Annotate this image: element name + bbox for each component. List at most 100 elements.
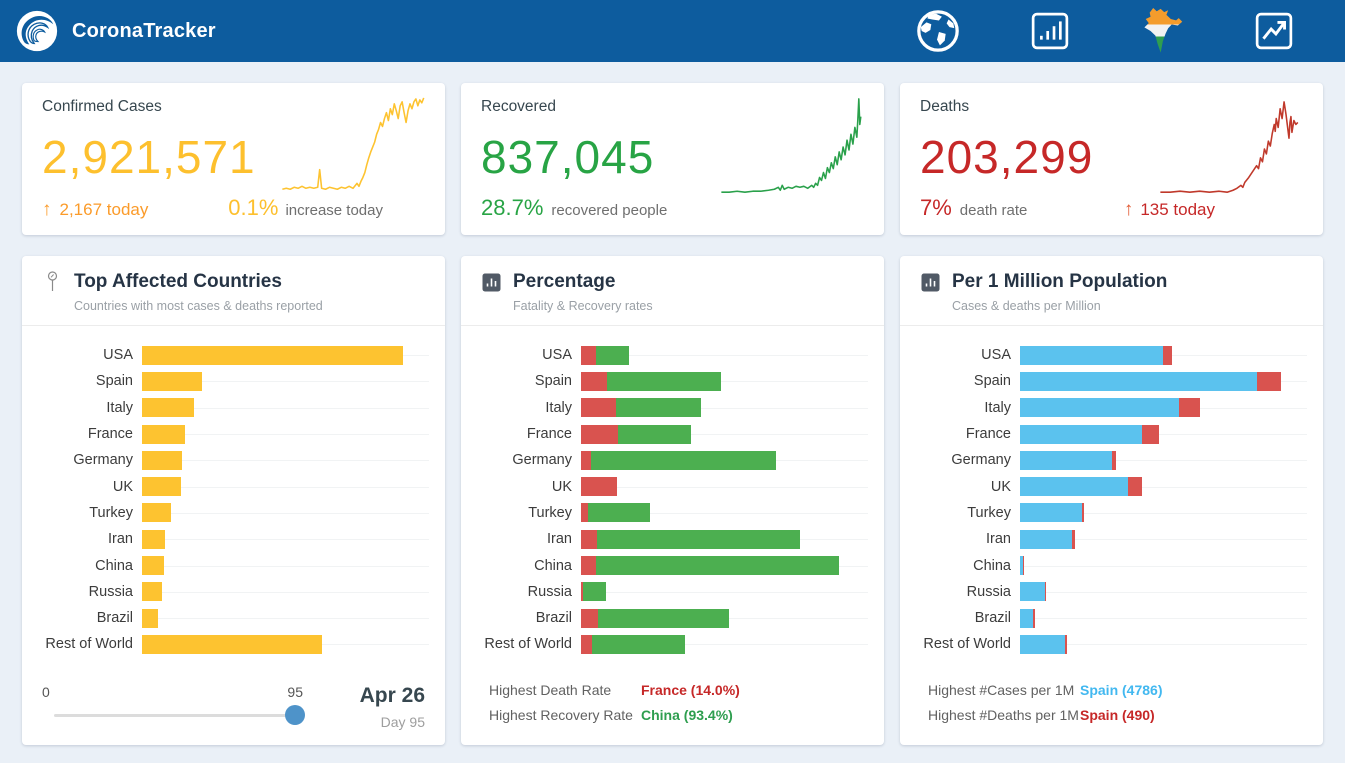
bar-segment[interactable]: [581, 398, 616, 417]
bar-segment[interactable]: [142, 398, 194, 417]
chart-square-icon: [481, 272, 501, 292]
bar-segment[interactable]: [581, 425, 618, 444]
coronatracker-wave-icon: [14, 8, 60, 54]
bar-track: [142, 530, 403, 549]
bar-segment[interactable]: [142, 425, 185, 444]
bar-segment[interactable]: [1142, 425, 1159, 444]
arrow-up-icon: ↑: [42, 199, 52, 221]
chart-row: Germany: [916, 447, 1307, 473]
india-map-icon[interactable]: [1139, 8, 1185, 54]
bar-segment[interactable]: [1020, 503, 1082, 522]
country-label: USA: [477, 347, 581, 363]
bar-segment[interactable]: [1020, 372, 1257, 391]
bar-segment[interactable]: [142, 582, 162, 601]
country-label: China: [477, 558, 581, 574]
recovered-pct: 28.7%: [481, 195, 543, 221]
bar-segment[interactable]: [581, 503, 588, 522]
bar-segment[interactable]: [1020, 530, 1072, 549]
bar-segment[interactable]: [583, 582, 606, 601]
top-affected-countries-card: Top Affected Countries Countries with mo…: [22, 256, 445, 745]
deaths-pct-label: death rate: [960, 202, 1028, 219]
bar-track: [142, 635, 403, 654]
bar-segment[interactable]: [1163, 346, 1171, 365]
bar-segment[interactable]: [142, 477, 181, 496]
bar-segment[interactable]: [142, 372, 202, 391]
country-label: France: [477, 426, 581, 442]
bar-segment[interactable]: [597, 530, 799, 549]
bar-track: [142, 503, 403, 522]
bar-segment[interactable]: [1020, 451, 1112, 470]
chart-row: Brazil: [916, 605, 1307, 631]
bar-segment[interactable]: [142, 556, 164, 575]
bar-track: [581, 477, 842, 496]
bar-segment[interactable]: [581, 346, 596, 365]
bar-segment[interactable]: [142, 609, 158, 628]
confirmed-today: 2,167 today: [60, 200, 149, 220]
bar-segment[interactable]: [142, 635, 322, 654]
bar-segment[interactable]: [581, 635, 592, 654]
bar-segment[interactable]: [598, 609, 729, 628]
country-label: Iran: [38, 531, 142, 547]
chart-row: Brazil: [38, 605, 429, 631]
country-label: Turkey: [916, 505, 1020, 521]
country-label: Brazil: [38, 610, 142, 626]
country-label: Italy: [38, 400, 142, 416]
day-slider[interactable]: [54, 714, 295, 717]
navbar: CoronaTracker: [0, 0, 1345, 62]
bar-segment[interactable]: [1020, 635, 1065, 654]
bar-segment[interactable]: [592, 635, 685, 654]
slider-handle[interactable]: [285, 705, 305, 725]
bar-segment[interactable]: [1020, 346, 1163, 365]
bar-segment[interactable]: [581, 372, 607, 391]
country-label: France: [916, 426, 1020, 442]
country-label: Turkey: [477, 505, 581, 521]
bar-segment[interactable]: [142, 503, 171, 522]
bar-segment[interactable]: [596, 556, 840, 575]
bar-track: [1020, 530, 1281, 549]
bar-track: [142, 477, 403, 496]
bar-segment[interactable]: [591, 451, 776, 470]
globe-icon[interactable]: [915, 8, 961, 54]
bar-segment[interactable]: [581, 477, 617, 496]
bar-segment[interactable]: [581, 556, 596, 575]
bar-segment[interactable]: [607, 372, 721, 391]
bar-segment[interactable]: [596, 346, 629, 365]
bar-track: [581, 582, 842, 601]
slider-value-label: 95: [287, 684, 303, 700]
bar-segment[interactable]: [616, 398, 701, 417]
chart-row: China: [477, 552, 868, 578]
bar-segment[interactable]: [1033, 609, 1035, 628]
country-label: USA: [916, 347, 1020, 363]
bar-segment[interactable]: [1072, 530, 1075, 549]
bar-segment[interactable]: [142, 346, 403, 365]
country-label: Germany: [916, 452, 1020, 468]
bar-chart-icon[interactable]: [1027, 8, 1073, 54]
chart-row: Turkey: [916, 500, 1307, 526]
bar-segment[interactable]: [142, 451, 182, 470]
trending-up-icon[interactable]: [1251, 8, 1297, 54]
bar-segment[interactable]: [581, 609, 598, 628]
bar-segment[interactable]: [1128, 477, 1142, 496]
bar-segment[interactable]: [1020, 609, 1033, 628]
bar-segment[interactable]: [1179, 398, 1200, 417]
bar-segment[interactable]: [1065, 635, 1067, 654]
bar-segment[interactable]: [1020, 398, 1179, 417]
bar-segment[interactable]: [618, 425, 691, 444]
bar-segment[interactable]: [1112, 451, 1116, 470]
bar-segment[interactable]: [1020, 477, 1128, 496]
bar-segment[interactable]: [1257, 372, 1281, 391]
bar-segment[interactable]: [581, 451, 591, 470]
app-logo[interactable]: CoronaTracker: [14, 8, 216, 54]
country-label: UK: [477, 479, 581, 495]
bar-segment[interactable]: [1020, 425, 1142, 444]
bar-segment[interactable]: [588, 503, 649, 522]
bar-segment[interactable]: [142, 530, 165, 549]
bar-segment[interactable]: [581, 530, 597, 549]
bar-segment[interactable]: [1082, 503, 1084, 522]
chart-row: Brazil: [477, 605, 868, 631]
chart-row: Italy: [477, 395, 868, 421]
chart-title: Top Affected Countries: [74, 271, 282, 293]
bar-segment[interactable]: [1020, 582, 1045, 601]
chart-row: Italy: [916, 395, 1307, 421]
country-label: Brazil: [477, 610, 581, 626]
